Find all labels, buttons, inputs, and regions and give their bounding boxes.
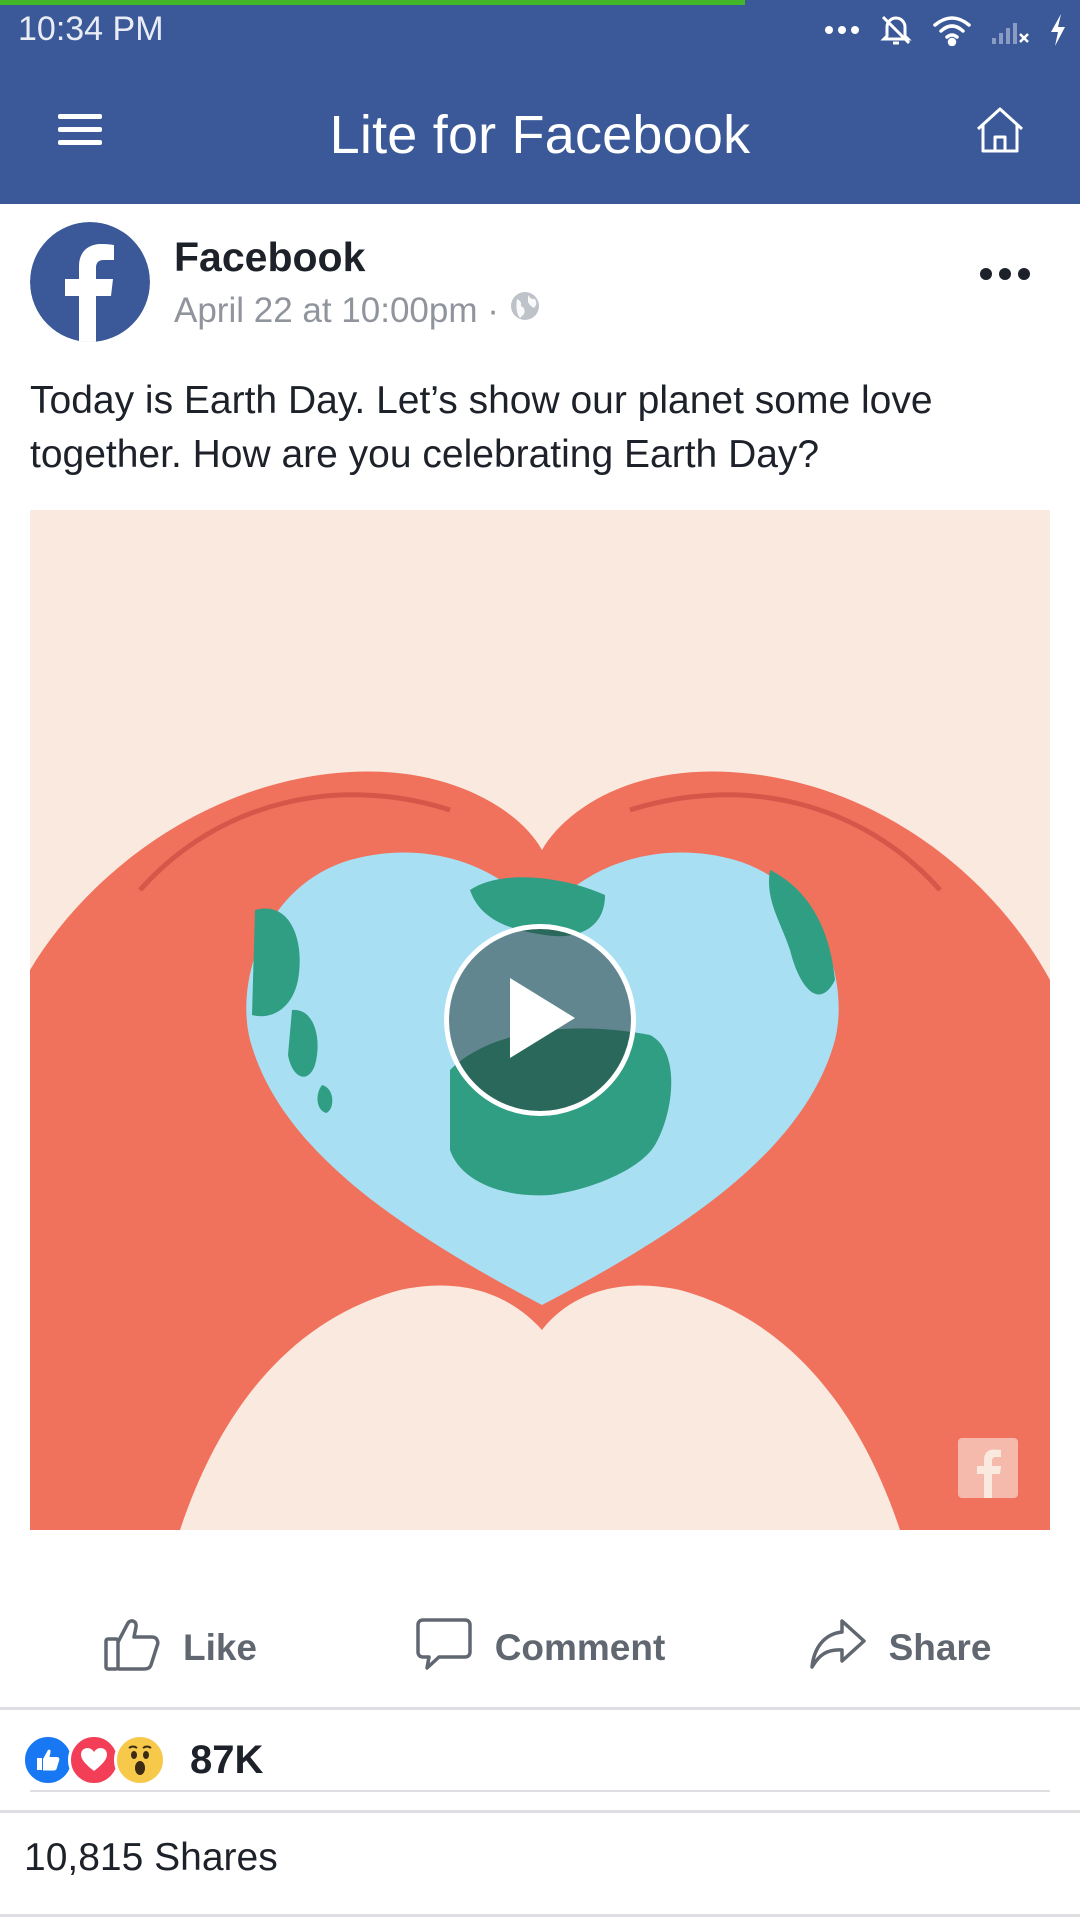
- play-icon: [500, 973, 580, 1068]
- like-reaction-icon: [22, 1734, 74, 1786]
- love-reaction-icon: [68, 1734, 120, 1786]
- comment-label: Comment: [494, 1627, 666, 1668]
- reaction-icons: [22, 1734, 166, 1786]
- post-author[interactable]: Facebook: [174, 234, 365, 281]
- app-title: Lite for Facebook: [329, 105, 751, 165]
- comment-button[interactable]: Comment: [360, 1590, 720, 1706]
- app-bar: Lite for Facebook: [0, 60, 1080, 204]
- share-icon: [809, 1617, 867, 1680]
- play-button[interactable]: [444, 924, 636, 1116]
- signal-no-service-icon: [990, 14, 1030, 46]
- share-label: Share: [888, 1627, 992, 1668]
- more-dots-icon: [824, 24, 860, 36]
- facebook-watermark-icon: [958, 1438, 1018, 1498]
- status-icons: [824, 10, 1068, 50]
- post-video[interactable]: [30, 510, 1050, 1530]
- divider: [0, 1914, 1080, 1917]
- charging-icon: [1048, 12, 1068, 48]
- status-time: 10:34 PM: [18, 10, 164, 48]
- share-button[interactable]: Share: [720, 1590, 1080, 1706]
- page-load-progress: [0, 0, 745, 5]
- like-button[interactable]: Like: [0, 1590, 360, 1706]
- thumbs-up-icon: [103, 1615, 161, 1682]
- more-horizontal-icon: [979, 267, 1031, 286]
- status-bar: 10:34 PM: [0, 0, 1080, 60]
- comment-icon: [415, 1616, 473, 1681]
- share-count[interactable]: 10,815 Shares: [24, 1836, 278, 1880]
- globe-icon: [509, 290, 541, 331]
- post-meta: April 22 at 10:00pm ·: [174, 290, 541, 331]
- like-label: Like: [182, 1627, 258, 1668]
- home-icon: [974, 105, 1026, 160]
- divider: [0, 1810, 1080, 1813]
- reaction-count: 87K: [190, 1737, 264, 1782]
- home-button[interactable]: [964, 96, 1036, 168]
- reactions-summary[interactable]: 87K: [0, 1710, 1080, 1810]
- alarm-off-icon: [878, 12, 914, 48]
- wifi-icon: [932, 14, 972, 46]
- avatar[interactable]: [30, 222, 150, 342]
- post-text: Today is Earth Day. Let’s show our plane…: [30, 379, 933, 476]
- post-timestamp[interactable]: April 22 at 10:00pm ·: [174, 291, 499, 331]
- post-actions: Like Comment Share: [0, 1590, 1080, 1706]
- facebook-logo-icon: [30, 222, 150, 342]
- post-options-button[interactable]: [970, 256, 1040, 296]
- wow-reaction-icon: [114, 1734, 166, 1786]
